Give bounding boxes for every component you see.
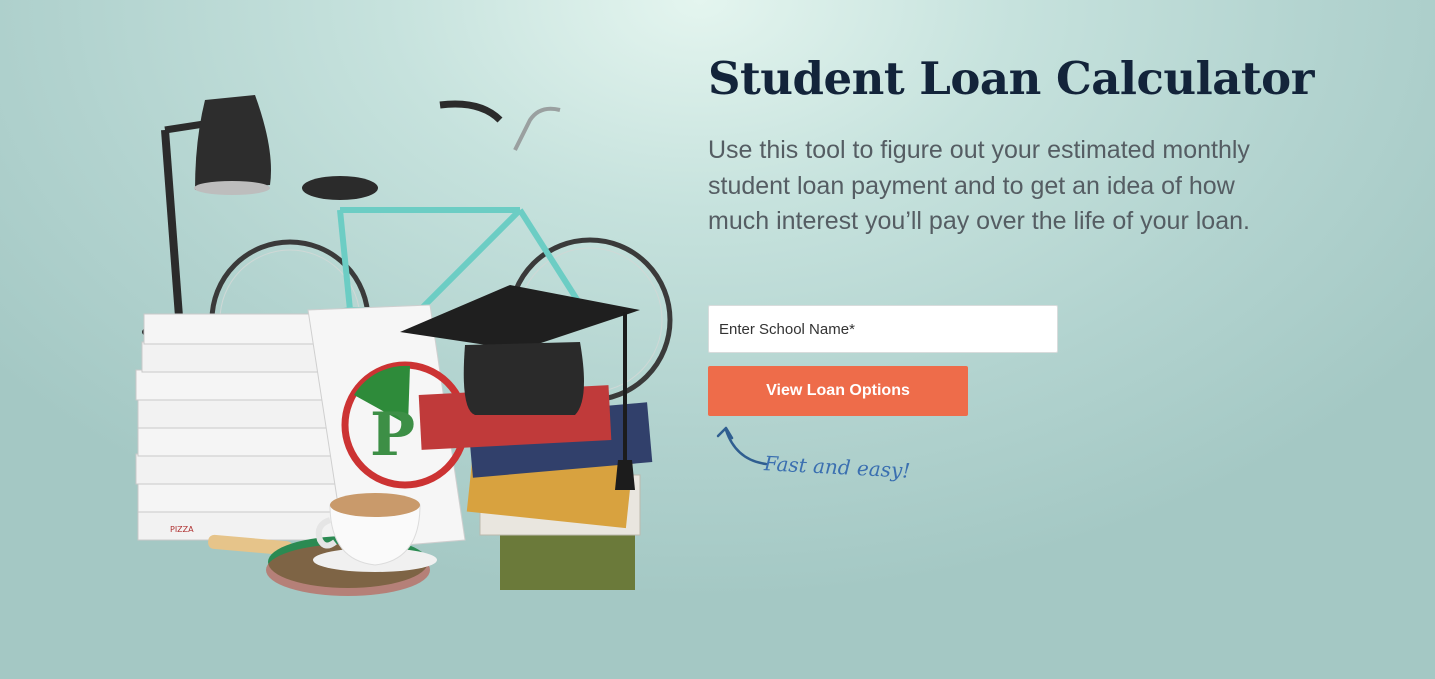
hero-illustration: PIZZA P bbox=[135, 95, 673, 596]
svg-text:P: P bbox=[370, 400, 415, 470]
saddle-icon bbox=[302, 176, 378, 200]
pizza-box-label: PIZZA bbox=[170, 525, 194, 534]
fast-and-easy-annotation: Fast and easy! bbox=[763, 451, 911, 483]
page-title: Student Loan Calculator bbox=[708, 52, 1314, 105]
desk-lamp-icon bbox=[142, 95, 271, 342]
page-description: Use this tool to figure out your estimat… bbox=[708, 136, 1250, 235]
school-name-input[interactable] bbox=[708, 305, 1058, 353]
view-loan-options-button[interactable]: View Loan Options bbox=[708, 366, 968, 416]
handlebar-icon bbox=[439, 100, 503, 123]
